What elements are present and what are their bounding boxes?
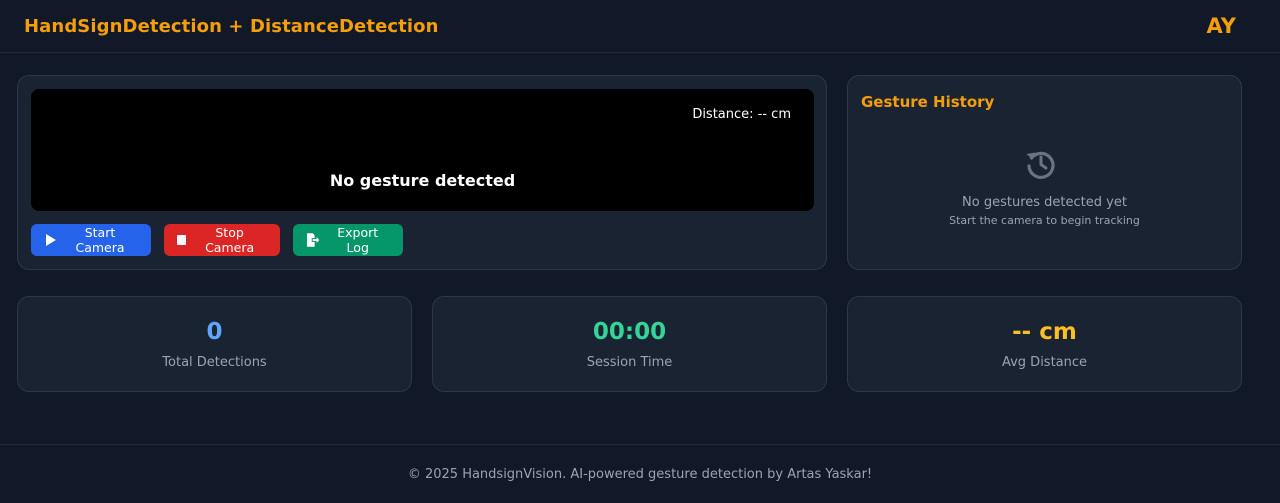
app-header: HandSignDetection + DistanceDetection AY (0, 0, 1280, 53)
camera-controls: Start Camera Stop Camera Export Log (31, 224, 403, 256)
stat-card-total-detections: 0 Total Detections (17, 296, 412, 392)
total-detections-value: 0 (206, 319, 223, 345)
start-camera-label: Start Camera (75, 225, 125, 255)
session-time-value: 00:00 (592, 319, 667, 345)
play-icon (46, 234, 56, 246)
history-empty-subtitle: Start the camera to begin tracking (949, 214, 1140, 227)
export-log-button[interactable]: Export Log (293, 224, 403, 256)
gesture-history-title: Gesture History (861, 93, 995, 111)
distance-readout: Distance: -- cm (692, 107, 791, 122)
start-camera-button[interactable]: Start Camera (31, 224, 151, 256)
gesture-history-panel: Gesture History No gestures detected yet… (847, 75, 1242, 270)
history-icon (1026, 151, 1055, 179)
history-empty-title: No gestures detected yet (962, 195, 1127, 210)
footer-text: © 2025 HandsignVision. AI-powered gestur… (407, 466, 873, 482)
stop-camera-button[interactable]: Stop Camera (164, 224, 280, 256)
camera-panel: Distance: -- cm No gesture detected Star… (17, 75, 827, 270)
export-log-label: Export Log (337, 225, 379, 255)
user-avatar[interactable]: AY (1207, 14, 1236, 38)
avg-distance-value: -- cm (1012, 319, 1077, 345)
stop-camera-label: Stop Camera (205, 225, 255, 255)
stat-card-session-time: 00:00 Session Time (432, 296, 827, 392)
stop-icon (177, 235, 187, 245)
camera-feed: Distance: -- cm No gesture detected (31, 89, 814, 211)
stat-card-avg-distance: -- cm Avg Distance (847, 296, 1242, 392)
session-time-label: Session Time (586, 355, 673, 370)
app-title: HandSignDetection + DistanceDetection (24, 15, 439, 37)
avg-distance-label: Avg Distance (1001, 355, 1088, 370)
total-detections-label: Total Detections (162, 355, 267, 370)
gesture-status: No gesture detected (329, 171, 516, 190)
page-footer: © 2025 HandsignVision. AI-powered gestur… (0, 444, 1280, 503)
file-export-icon (306, 233, 320, 247)
